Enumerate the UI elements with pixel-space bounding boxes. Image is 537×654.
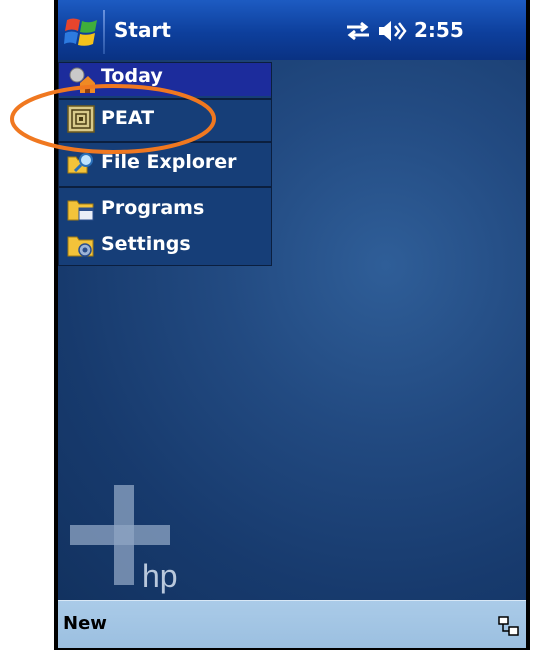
clock[interactable]: 2:55 — [414, 18, 464, 42]
start-divider — [103, 10, 105, 54]
start-label: Start — [114, 18, 171, 42]
title-bar: Start 2:55 — [58, 0, 526, 60]
menu-separator — [59, 98, 271, 100]
volume-icon[interactable] — [377, 18, 407, 44]
menu-item-label: Programs — [101, 197, 205, 219]
settings-folder-icon — [67, 236, 94, 257]
programs-folder-icon — [67, 200, 94, 221]
hp-logo: hp — [70, 485, 178, 594]
menu-item-settings[interactable]: Settings — [59, 227, 271, 263]
menu-item-programs[interactable]: Programs — [59, 191, 271, 227]
menu-item-label: Settings — [101, 233, 191, 255]
sync-arrows-icon[interactable] — [343, 20, 373, 42]
menu-item-peat[interactable]: PEAT — [59, 101, 271, 137]
today-icon — [69, 67, 95, 93]
menu-separator — [59, 186, 271, 188]
menu-item-label: Today — [101, 65, 163, 87]
menu-item-file-explorer[interactable]: File Explorer — [59, 145, 271, 181]
menu-item-label: File Explorer — [101, 151, 237, 173]
start-button[interactable]: Start — [58, 0, 180, 60]
windows-flag-icon — [64, 18, 97, 46]
menu-separator — [59, 141, 271, 143]
start-menu: Today PEAT File Explorer Programs Settin… — [58, 62, 272, 266]
menu-item-today[interactable]: Today — [59, 63, 271, 96]
file-explorer-icon — [67, 153, 93, 174]
network-icon[interactable] — [498, 615, 520, 637]
new-menu[interactable]: New — [63, 613, 107, 634]
menu-bar: New — [58, 600, 526, 648]
peat-icon — [67, 105, 95, 133]
hp-logo-text: hp — [142, 558, 178, 594]
menu-item-label: PEAT — [101, 107, 155, 129]
